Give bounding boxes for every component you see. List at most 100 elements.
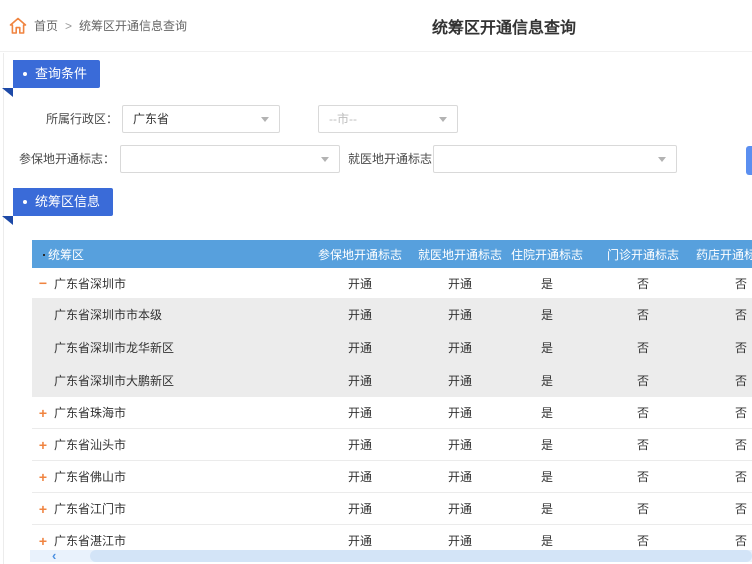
breadcrumb: 首页 > 统筹区开通信息查询 [0, 0, 752, 52]
inpatient-flag-value: 是 [504, 404, 590, 421]
insured-flag-value: 开通 [304, 500, 416, 517]
province-select-value: 广东省 [133, 112, 169, 126]
inpatient-flag-value: 是 [504, 436, 590, 453]
table-row-shenzhen-longhua: 广东省深圳市龙华新区 开通 开通 是 否 否 [32, 331, 752, 364]
treatment-flag-value: 开通 [416, 436, 504, 453]
scroll-left-icon[interactable]: ‹ [52, 549, 56, 562]
treatment-flag-value: 开通 [416, 275, 504, 292]
outpatient-flag-value: 否 [590, 404, 696, 421]
city-select-placeholder: --市-- [329, 112, 357, 126]
inpatient-flag-value: 是 [504, 532, 590, 549]
col-header-outpatient-flag: 门诊开通标志 [590, 246, 696, 263]
area-name: 广东省深圳市大鹏新区 [54, 372, 174, 389]
treatment-flag-value: 开通 [416, 306, 504, 323]
insured-flag-value: 开通 [304, 306, 416, 323]
pharmacy-flag-value: 否 [696, 500, 752, 517]
treatment-flag-value: 开通 [416, 339, 504, 356]
col-header-pharmacy-flag: 药店开通标志 [696, 246, 752, 263]
pharmacy-flag-value: 否 [696, 532, 752, 549]
outpatient-flag-value: 否 [590, 275, 696, 292]
scrollbar-thumb[interactable] [90, 550, 752, 562]
insured-flag-value: 开通 [304, 372, 416, 389]
insured-flag-value: 开通 [304, 532, 416, 549]
inpatient-flag-value: 是 [504, 306, 590, 323]
table-row-shenzhen[interactable]: −广东省深圳市 开通 开通 是 否 否 [32, 268, 752, 298]
outpatient-flag-value: 否 [590, 436, 696, 453]
region-label: 所属行政区： [0, 105, 118, 133]
page-title: 统筹区开通信息查询 [432, 14, 576, 38]
expand-icon[interactable]: + [36, 502, 50, 516]
area-name: 广东省深圳市 [54, 275, 126, 292]
area-name: 广东省汕头市 [54, 436, 126, 453]
outpatient-flag-value: 否 [590, 468, 696, 485]
pharmacy-flag-value: 否 [696, 468, 752, 485]
treatment-flag-label: 就医地开通标志： [348, 145, 444, 173]
outpatient-flag-value: 否 [590, 339, 696, 356]
expand-icon[interactable]: + [36, 406, 50, 420]
treatment-flag-value: 开通 [416, 500, 504, 517]
chevron-down-icon [658, 157, 666, 162]
table-header-row: 统筹区 参保地开通标志 就医地开通标志 住院开通标志 门诊开通标志 药店开通标志 [32, 240, 752, 268]
treatment-flag-value: 开通 [416, 372, 504, 389]
home-icon[interactable] [9, 17, 27, 35]
pharmacy-flag-value: 否 [696, 339, 752, 356]
section-query-label: 查询条件 [35, 66, 87, 81]
area-table: 统筹区 参保地开通标志 就医地开通标志 住院开通标志 门诊开通标志 药店开通标志… [32, 240, 752, 557]
pharmacy-flag-value: 否 [696, 372, 752, 389]
bullet-icon [23, 72, 27, 76]
breadcrumb-home-link[interactable]: 首页 [34, 17, 58, 34]
inpatient-flag-value: 是 [504, 275, 590, 292]
table-row-shantou[interactable]: + 广东省汕头市 开通 开通 是 否 否 [32, 429, 752, 461]
area-name: 广东省江门市 [54, 500, 126, 517]
inpatient-flag-value: 是 [504, 339, 590, 356]
insured-flag-select[interactable] [120, 145, 340, 173]
insured-flag-value: 开通 [304, 468, 416, 485]
breadcrumb-current: 统筹区开通信息查询 [79, 17, 187, 34]
province-select[interactable]: 广东省 [122, 105, 280, 133]
table-row-shenzhen-dapeng: 广东省深圳市大鹏新区 开通 开通 是 否 否 [32, 364, 752, 397]
col-header-area: 统筹区 [32, 246, 304, 263]
pharmacy-flag-value: 否 [696, 436, 752, 453]
insured-flag-value: 开通 [304, 404, 416, 421]
city-select[interactable]: --市-- [318, 105, 458, 133]
table-row-jiangmen[interactable]: + 广东省江门市 开通 开通 是 否 否 [32, 493, 752, 525]
section-header-query-conditions: 查询条件 [13, 60, 100, 88]
ribbon-fold [2, 88, 13, 97]
insured-flag-label: 参保地开通标志： [0, 145, 115, 173]
expand-icon[interactable]: + [36, 534, 50, 548]
pharmacy-flag-value: 否 [696, 404, 752, 421]
outpatient-flag-value: 否 [590, 306, 696, 323]
horizontal-scrollbar[interactable]: ‹ [30, 550, 752, 562]
expand-icon[interactable]: + [36, 470, 50, 484]
insured-flag-value: 开通 [304, 339, 416, 356]
outpatient-flag-value: 否 [590, 372, 696, 389]
page: 首页 > 统筹区开通信息查询 统筹区开通信息查询 查询条件 所属行政区： 广东省… [0, 0, 752, 564]
section-header-area-info: 统筹区信息 [13, 188, 113, 216]
breadcrumb-separator: > [65, 19, 72, 33]
inpatient-flag-value: 是 [504, 500, 590, 517]
outpatient-flag-value: 否 [590, 500, 696, 517]
table-row-shenzhen-city-level: 广东省深圳市市本级 开通 开通 是 否 否 [32, 298, 752, 331]
pharmacy-flag-value: 否 [696, 275, 752, 292]
bullet-icon [23, 200, 27, 204]
treatment-flag-select[interactable] [433, 145, 677, 173]
expand-icon[interactable]: + [36, 438, 50, 452]
chevron-down-icon [261, 117, 269, 122]
table-row-zhuhai[interactable]: +广东省珠海市 开通 开通 是 否 否 [32, 397, 752, 429]
outpatient-flag-value: 否 [590, 532, 696, 549]
area-name: 广东省珠海市 [54, 404, 126, 421]
collapse-icon[interactable]: − [36, 276, 50, 290]
area-name: 广东省湛江市 [54, 532, 126, 549]
query-button[interactable] [746, 146, 752, 175]
chevron-down-icon [439, 117, 447, 122]
insured-flag-value: 开通 [304, 436, 416, 453]
table-row-foshan[interactable]: +广东省佛山市 开通 开通 是 否 否 [32, 461, 752, 493]
inpatient-flag-value: 是 [504, 372, 590, 389]
area-name: 广东省深圳市龙华新区 [54, 339, 174, 356]
insured-flag-value: 开通 [304, 275, 416, 292]
col-header-treatment-flag: 就医地开通标志 [416, 246, 504, 263]
col-header-inpatient-flag: 住院开通标志 [504, 246, 590, 263]
treatment-flag-value: 开通 [416, 532, 504, 549]
treatment-flag-value: 开通 [416, 468, 504, 485]
area-name: 广东省佛山市 [54, 468, 126, 485]
